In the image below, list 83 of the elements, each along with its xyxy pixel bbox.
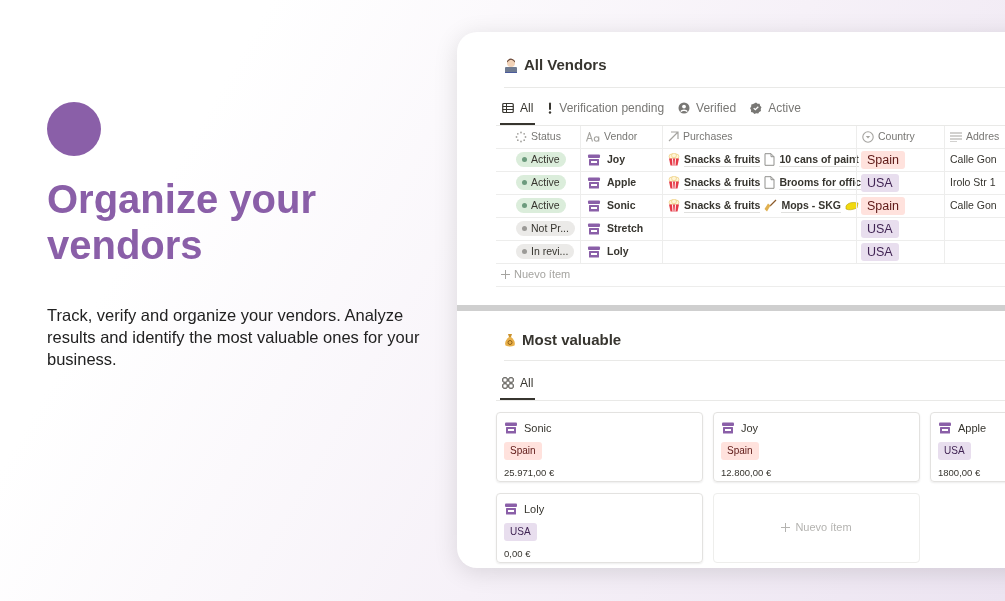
hero-heading: Organize your vendors [47,176,317,268]
status-badge: Active [516,175,566,190]
address-cell-text: Irolo Str 1 [950,174,996,190]
store-icon [587,244,601,259]
vendor-name[interactable]: Apple [607,174,637,191]
store-icon [938,420,952,435]
table-icon [502,101,514,114]
popcorn-icon [668,199,680,212]
exclamation-icon [547,101,554,114]
purchase-link[interactable]: Mops - SKG [781,198,841,213]
view-tab[interactable]: All [500,98,536,125]
hero-description: Track, verify and organize your vendors. Analyze results and identify the most valuable ones for your business. [47,305,421,370]
plus-icon [501,270,510,279]
amount-text: 25.971,00 € [504,466,556,480]
purchase-link[interactable]: Snacks & fruits [684,175,761,190]
column-header[interactable]: Country [856,125,944,148]
money-bag-icon [504,333,516,348]
select-icon [862,130,874,143]
gallery-title: Most valuable [522,330,622,350]
address-cell-text: Calle Gon [950,151,997,167]
vendor-name[interactable]: Sonic [607,197,636,214]
vendor-name[interactable]: Joy [607,151,626,168]
text-lines-icon [950,131,962,142]
vendor-card[interactable]: Loly USA 0,00 € [496,492,703,563]
country-tag: Spain [861,196,905,215]
amount-text: 1800,00 € [938,466,982,480]
brand-mark [47,102,101,156]
purchase-link[interactable]: Snacks & fruits [684,198,761,213]
address-cell-text: Calle Gon [950,197,997,213]
vendor-card[interactable]: Sonic Spain 25.971,00 € [496,411,703,482]
country-tag: USA [861,219,899,238]
store-icon [587,152,601,167]
amount-text: 12.800,00 € [721,466,773,480]
view-tab[interactable]: Active [748,98,803,125]
user-icon [678,101,691,114]
country-tag: USA [938,442,971,460]
store-icon [721,420,735,435]
vendor-name[interactable]: Loly [607,243,629,260]
vendor-card[interactable]: Apple USA 1800,00 € [930,411,1005,482]
card-title: Apple [958,420,987,436]
popcorn-icon [668,153,680,166]
person-laptop-icon [504,57,518,73]
purchase-link[interactable]: Snacks & fruits [684,152,761,167]
plus-icon [781,523,791,532]
column-header[interactable]: Purchases [662,125,856,148]
status-badge: Active [516,152,566,167]
country-tag: USA [861,173,899,192]
store-icon [587,221,601,236]
amount-text: 0,00 € [504,547,532,561]
status-icon [515,130,528,143]
vendor-card[interactable]: Joy Spain 12.800,00 € [713,411,920,482]
view-tab[interactable]: Verification pending [545,98,667,125]
status-badge: Not Pr... [516,221,575,236]
view-tab[interactable]: All [500,373,536,400]
status-badge: Active [516,198,566,213]
column-header[interactable]: Status [496,125,580,148]
column-header[interactable]: Vendor [580,125,662,148]
store-icon [504,501,518,516]
card-title: Loly [524,501,545,517]
country-tag: USA [861,242,899,261]
country-tag: Spain [504,442,542,460]
document-icon [764,153,776,166]
store-icon [587,198,601,213]
gallery-icon [502,376,514,389]
card-title: Joy [741,420,759,436]
document-icon [764,176,776,189]
broom-icon [764,199,778,212]
verified-badge-icon [750,101,763,114]
database-title: All Vendors [524,55,607,75]
vendor-name[interactable]: Stretch [607,220,644,237]
store-icon [504,420,518,435]
country-tag: Spain [721,442,759,460]
text-property-icon [586,131,600,142]
card-title: Sonic [524,420,552,436]
status-badge: In revi... [516,244,575,259]
country-tag: USA [504,523,537,541]
store-icon [587,175,601,190]
popcorn-icon [668,176,680,189]
country-tag: Spain [861,150,905,169]
column-header[interactable]: Addres [944,125,1005,148]
sponge-icon [844,199,859,212]
arrow-icon [668,131,679,142]
view-tab[interactable]: Verified [676,98,739,125]
